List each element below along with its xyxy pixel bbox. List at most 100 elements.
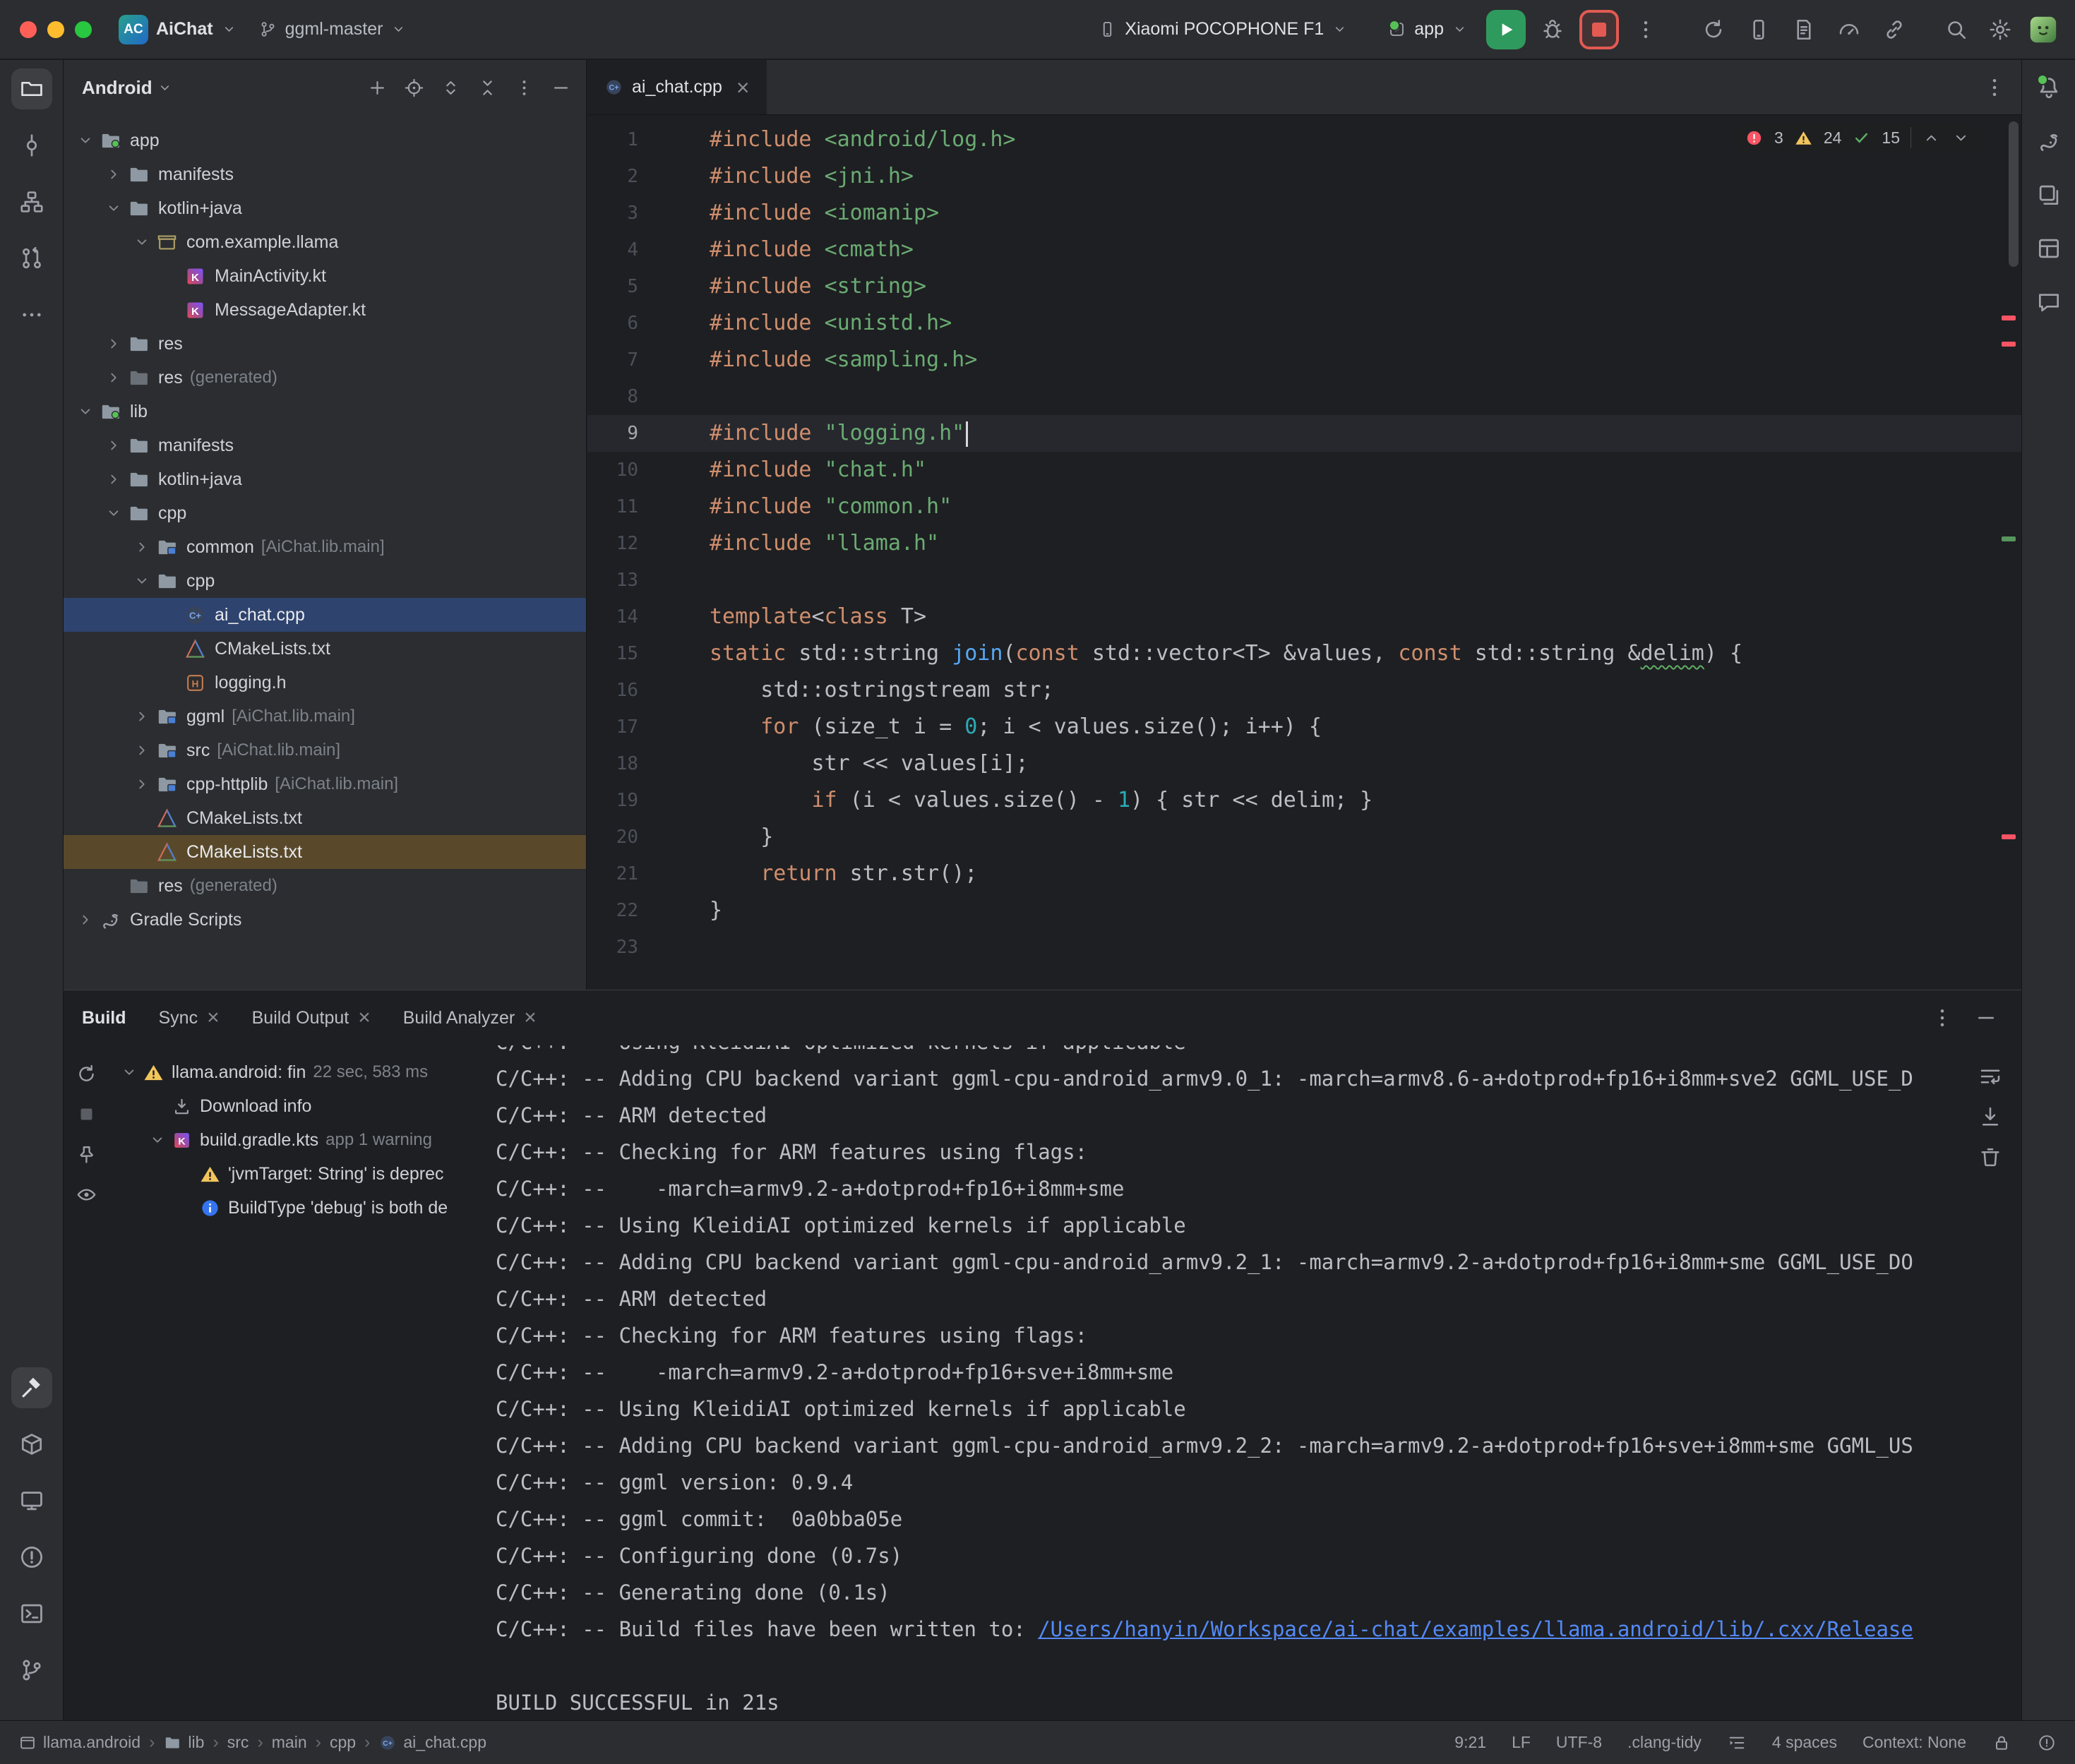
code-line-4[interactable]: 4#include <cmath> bbox=[587, 232, 2021, 268]
tool-strip-layout-inspector-button[interactable] bbox=[2030, 229, 2068, 268]
rerun-button[interactable] bbox=[71, 1058, 102, 1089]
search-everywhere-button[interactable] bbox=[1939, 13, 1973, 47]
previous-problem-icon[interactable] bbox=[1922, 128, 1941, 148]
code-line-18[interactable]: 18 str << values[i]; bbox=[587, 745, 2021, 782]
code-line-15[interactable]: 15static std::string join(const std::vec… bbox=[587, 635, 2021, 672]
project-widget[interactable]: AC AiChat bbox=[110, 9, 246, 50]
device-selector[interactable]: Xiaomi POCOPHONE F1 bbox=[1089, 13, 1356, 45]
tree-item-logging-h[interactable]: Hlogging.h bbox=[64, 666, 586, 700]
code-line-14[interactable]: 14template<class T> bbox=[587, 599, 2021, 635]
tree-item-cmakelists-txt[interactable]: CMakeLists.txt bbox=[64, 835, 586, 869]
tree-item-cpp[interactable]: cpp bbox=[64, 496, 586, 530]
build-output-console[interactable]: C/C++: -- Using KleidiAI optimized kerne… bbox=[496, 1045, 1966, 1720]
chevron-down-icon[interactable] bbox=[73, 400, 97, 424]
close-window-button[interactable] bbox=[20, 21, 37, 38]
editor-tab-ai-chat-cpp[interactable]: C+ ai_chat.cpp × bbox=[587, 60, 767, 114]
stop-button[interactable] bbox=[1579, 10, 1619, 49]
chevron-right-icon[interactable] bbox=[73, 908, 97, 932]
code-line-2[interactable]: 2#include <jni.h> bbox=[587, 158, 2021, 195]
context-widget[interactable]: Context: None bbox=[1862, 1733, 1966, 1752]
tool-strip-pull-requests-button[interactable] bbox=[11, 238, 52, 279]
tree-item-cmakelists-txt[interactable]: CMakeLists.txt bbox=[64, 801, 586, 835]
stop-button[interactable] bbox=[71, 1098, 102, 1129]
error-stripe-mark[interactable] bbox=[2002, 834, 2016, 839]
tree-item-res[interactable]: res bbox=[64, 327, 586, 361]
tree-item-res[interactable]: res(generated) bbox=[64, 361, 586, 395]
tree-item-common[interactable]: common[AiChat.lib.main] bbox=[64, 530, 586, 564]
tool-strip-terminal-button[interactable] bbox=[11, 1593, 52, 1634]
run-configuration-selector[interactable]: app bbox=[1379, 13, 1476, 45]
hide-build-panel-button[interactable] bbox=[1969, 1001, 2003, 1035]
build-tab-sync[interactable]: Sync× bbox=[159, 1007, 220, 1028]
tool-strip-commit-button[interactable] bbox=[11, 125, 52, 166]
minimize-window-button[interactable] bbox=[47, 21, 64, 38]
close-tab-icon[interactable]: × bbox=[358, 1007, 371, 1028]
indent-widget[interactable]: 4 spaces bbox=[1772, 1733, 1837, 1752]
code-line-3[interactable]: 3#include <iomanip> bbox=[587, 195, 2021, 232]
code-line-12[interactable]: 12#include "llama.h" bbox=[587, 525, 2021, 562]
build-options-button[interactable] bbox=[1925, 1001, 1959, 1035]
indent-icon[interactable] bbox=[1727, 1733, 1747, 1753]
device-manager-button[interactable] bbox=[1742, 13, 1776, 47]
tool-strip-project-button[interactable] bbox=[11, 68, 52, 109]
code-line-13[interactable]: 13 bbox=[587, 562, 2021, 599]
chevron-down-icon[interactable] bbox=[73, 128, 97, 152]
tree-item-cmakelists-txt[interactable]: CMakeLists.txt bbox=[64, 632, 586, 666]
code-line-19[interactable]: 19 if (i < values.size() - 1) { str << d… bbox=[587, 782, 2021, 819]
breadcrumb-item-lib[interactable]: lib bbox=[163, 1733, 204, 1752]
run-button[interactable] bbox=[1486, 10, 1526, 49]
profiler-button[interactable] bbox=[1832, 13, 1866, 47]
tree-item-llama-android-fin[interactable]: llama.android: fin22 sec, 583 ms bbox=[114, 1055, 494, 1089]
tree-item-build-gradle-kts[interactable]: Kbuild.gradle.ktsapp 1 warning bbox=[114, 1123, 494, 1157]
chevron-right-icon[interactable] bbox=[102, 366, 126, 390]
chevron-right-icon[interactable] bbox=[130, 772, 154, 796]
editor-options-button[interactable] bbox=[1978, 71, 2011, 104]
caret-position-widget[interactable]: 9:21 bbox=[1454, 1733, 1486, 1752]
close-tab-icon[interactable]: × bbox=[736, 76, 750, 99]
tree-item-cpp[interactable]: cpp bbox=[64, 564, 586, 598]
logcat-button[interactable] bbox=[1787, 13, 1821, 47]
settings-button[interactable] bbox=[1983, 13, 2017, 47]
code-line-9[interactable]: 9#include "logging.h" bbox=[587, 415, 2021, 452]
code-line-8[interactable]: 8 bbox=[587, 378, 2021, 415]
editor-scrollbar[interactable] bbox=[2009, 121, 2019, 267]
tool-strip-structure-button[interactable] bbox=[11, 181, 52, 222]
collapse-all-button[interactable] bbox=[472, 72, 503, 103]
chevron-down-icon[interactable] bbox=[130, 569, 154, 593]
tree-item-kotlin-java[interactable]: kotlin+java bbox=[64, 462, 586, 496]
locate-file-button[interactable] bbox=[398, 72, 429, 103]
tree-item-ggml[interactable]: ggml[AiChat.lib.main] bbox=[64, 700, 586, 733]
code-line-20[interactable]: 20 } bbox=[587, 819, 2021, 856]
tree-item-com-example-llama[interactable]: com.example.llama bbox=[64, 225, 586, 259]
status-indicator-icon[interactable] bbox=[2037, 1733, 2057, 1753]
lock-icon[interactable] bbox=[1992, 1733, 2011, 1753]
more-options-button[interactable] bbox=[508, 72, 539, 103]
tree-item-lib[interactable]: lib bbox=[64, 395, 586, 428]
tree-item-mainactivity-kt[interactable]: KMainActivity.kt bbox=[64, 259, 586, 293]
chevron-right-icon[interactable] bbox=[130, 535, 154, 559]
tool-strip-more-tool-windows-button[interactable] bbox=[11, 294, 52, 335]
expand-all-button[interactable] bbox=[435, 72, 466, 103]
code-line-5[interactable]: 5#include <string> bbox=[587, 268, 2021, 305]
code-line-10[interactable]: 10#include "chat.h" bbox=[587, 452, 2021, 488]
breadcrumb-item-main[interactable]: main bbox=[272, 1733, 307, 1752]
chevron-down-icon[interactable] bbox=[102, 196, 126, 220]
tool-strip-notifications-button[interactable] bbox=[2030, 68, 2068, 107]
tree-item-res[interactable]: res(generated) bbox=[64, 869, 586, 903]
tool-strip-problems-button[interactable] bbox=[11, 1537, 52, 1578]
link-assistant-button[interactable] bbox=[1877, 13, 1911, 47]
project-view-selector[interactable]: Android bbox=[82, 77, 153, 99]
error-stripe-mark[interactable] bbox=[2002, 342, 2016, 347]
tree-item-jvmtarget-string-is-deprec[interactable]: 'jvmTarget: String' is deprec bbox=[114, 1157, 494, 1191]
clear-all-button[interactable] bbox=[1975, 1141, 2006, 1172]
chevron-down-icon[interactable] bbox=[130, 230, 154, 254]
more-run-actions-button[interactable] bbox=[1629, 13, 1663, 47]
build-output-link[interactable]: /Users/hanyin/Workspace/ai-chat/examples… bbox=[1038, 1617, 1913, 1641]
chevron-right-icon[interactable] bbox=[130, 738, 154, 762]
code-editor[interactable]: 1#include <android/log.h>2#include <jni.… bbox=[587, 116, 2021, 990]
code-line-21[interactable]: 21 return str.str(); bbox=[587, 856, 2021, 892]
chevron-right-icon[interactable] bbox=[130, 704, 154, 728]
breadcrumb-item-src[interactable]: src bbox=[227, 1733, 249, 1752]
inspection-widget[interactable]: 3 24 15 bbox=[1736, 123, 1979, 152]
tool-strip-app-quality-insights-button[interactable] bbox=[2030, 283, 2068, 321]
